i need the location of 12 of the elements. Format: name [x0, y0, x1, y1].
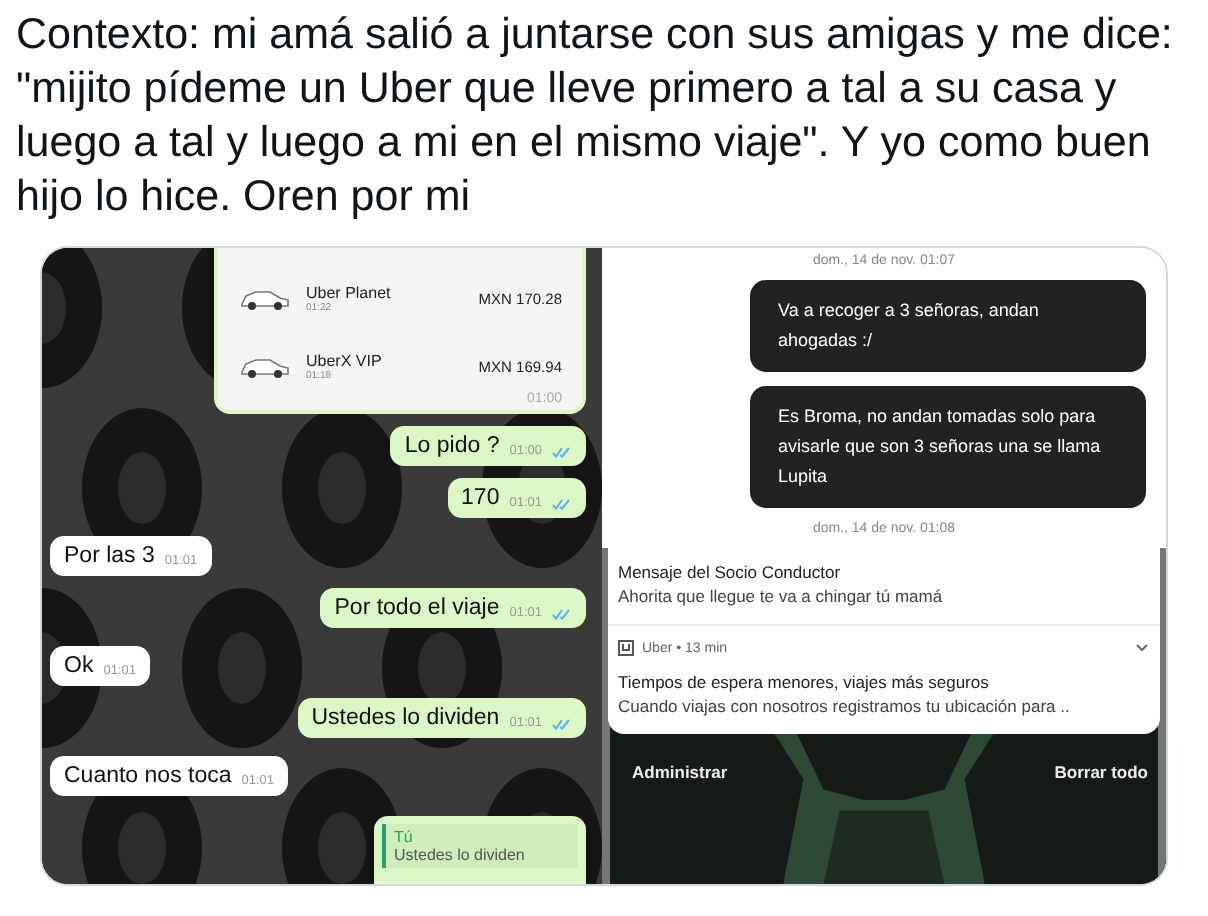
sent-message: Es Broma, no andan tomadas solo para avisarle que son 3 señoras una se llama Lupita	[750, 386, 1146, 508]
notification-body: Cuando viajas con nosotros registramos tu ubicación para ..	[618, 694, 1072, 718]
chevron-down-icon[interactable]	[1136, 644, 1148, 652]
notification-title: Tiempos de espera menores, viajes más seguros	[618, 670, 991, 694]
notification-body: Ahorita que llegue te va a chingar tú mamá	[618, 584, 945, 608]
tweet-text: Contexto: mi amá salió a juntarse con sus amigas y me dice: "mijito pídeme un Uber que lleve primero a tal a su casa y luego a tal y luego a mi en el mismo viaje". Y yo como buen hijo lo hice. Oren por mi	[16, 8, 1175, 224]
notification-action[interactable]: Administrar	[632, 762, 728, 782]
notification-action[interactable]: Borrar todo	[1054, 762, 1148, 782]
sent-message: Va a recoger a 3 señoras, andan ahogadas :/	[750, 280, 1146, 372]
notification-title: Mensaje del Socio Conductor	[618, 560, 843, 584]
notification[interactable]: Mensaje del Socio Conductor Ahorita que llegue te va a chingar tú mamá	[608, 548, 1160, 624]
app-icon	[618, 640, 634, 656]
